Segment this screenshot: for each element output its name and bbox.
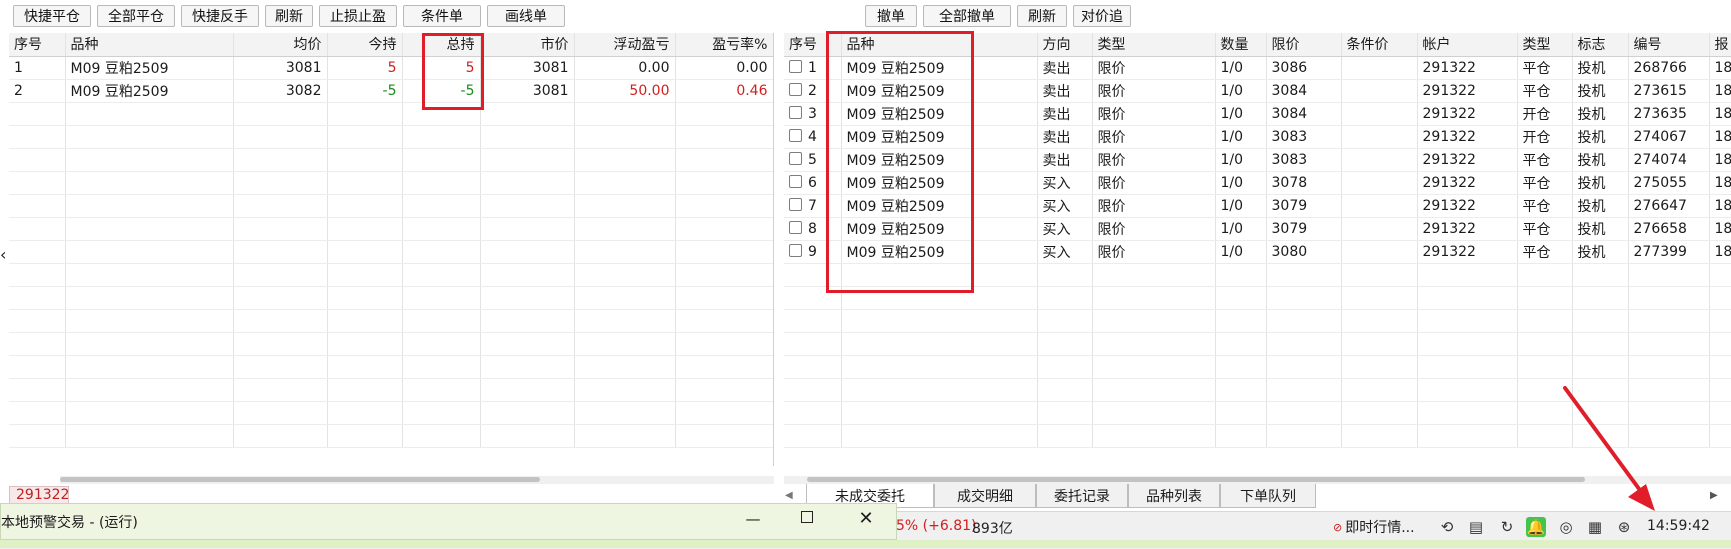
annotation-arrow [1563, 386, 1655, 511]
